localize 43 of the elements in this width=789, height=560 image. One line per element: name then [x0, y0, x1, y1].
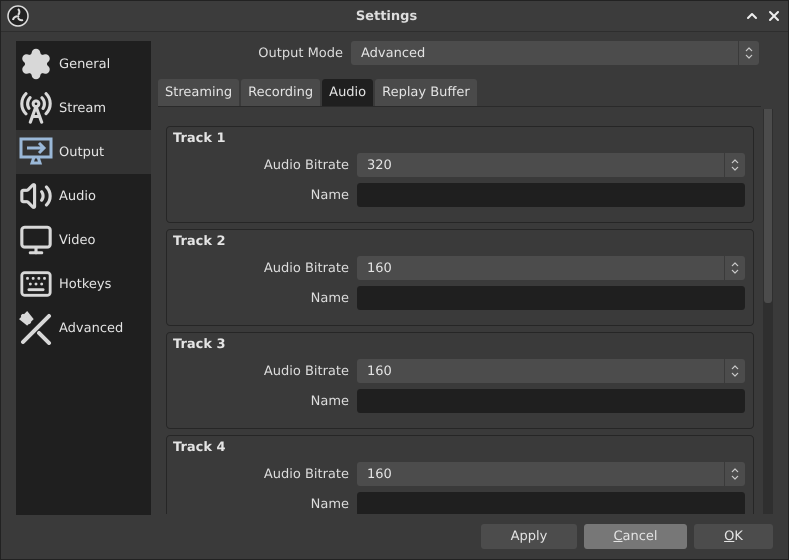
close-icon[interactable]: [766, 8, 782, 24]
field-label: Name: [310, 188, 349, 202]
bitrate-spinbox[interactable]: 160: [357, 359, 745, 383]
field-label: Output Mode: [258, 46, 343, 60]
field-label: Name: [310, 496, 349, 512]
sidebar-item[interactable]: Video: [16, 218, 151, 262]
tab[interactable]: Audio: [322, 79, 374, 106]
monitor-arrow-icon: [19, 137, 53, 167]
sidebar-item[interactable]: Stream: [16, 86, 151, 130]
app-logo-icon: [7, 5, 29, 27]
antenna-icon: [19, 91, 53, 125]
dialog-button[interactable]: Apply: [481, 524, 577, 548]
sidebar-item[interactable]: Hotkeys: [16, 262, 151, 306]
sidebar-item[interactable]: Advanced: [16, 306, 151, 350]
name-field[interactable]: [357, 286, 745, 310]
sidebar-item[interactable]: Audio: [16, 174, 151, 218]
sidebar-item[interactable]: General: [16, 42, 151, 86]
dialog-button[interactable]: Cancel: [584, 524, 687, 548]
scrollbar[interactable]: [763, 109, 773, 514]
bitrate-spinbox[interactable]: 320: [357, 153, 745, 177]
tab[interactable]: Replay Buffer: [375, 79, 477, 106]
name-field[interactable]: [357, 492, 745, 514]
name-field[interactable]: [357, 389, 745, 413]
tab[interactable]: Streaming: [158, 79, 240, 106]
field-label: Audio Bitrate: [264, 466, 349, 482]
field-label: Audio Bitrate: [264, 158, 349, 172]
group-title: Track 2: [173, 234, 227, 251]
tab[interactable]: Recording: [241, 79, 320, 106]
group-title: Track 1: [173, 131, 227, 148]
group-title: Track 3: [173, 337, 227, 354]
name-field[interactable]: [357, 183, 745, 207]
group-title: Track 4: [173, 440, 227, 457]
sidebar-item[interactable]: Output: [16, 130, 151, 174]
field-label: Name: [310, 290, 349, 306]
output-mode-dropdown[interactable]: Advanced: [351, 41, 759, 65]
field-label: Audio Bitrate: [264, 260, 349, 276]
dialog-button[interactable]: OK: [694, 524, 773, 548]
field-label: Name: [310, 394, 349, 408]
monitor-icon: [19, 223, 53, 257]
window-title: Settings: [354, 8, 418, 24]
bitrate-spinbox[interactable]: 160: [357, 462, 745, 486]
bitrate-spinbox[interactable]: 160: [357, 256, 745, 280]
field-label: Audio Bitrate: [264, 364, 349, 378]
